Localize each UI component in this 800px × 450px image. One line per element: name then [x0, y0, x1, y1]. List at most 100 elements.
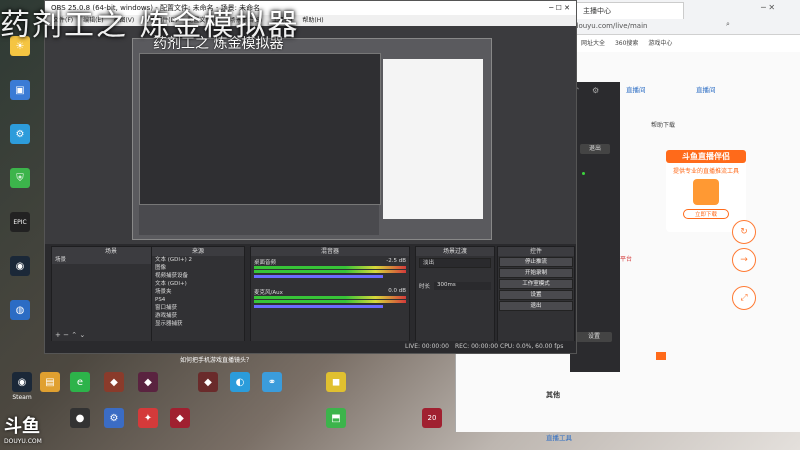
close-icon[interactable]: ✕ [564, 4, 570, 12]
source-item[interactable]: 显示器捕获 [152, 320, 244, 328]
source-item[interactable]: 场景夹 [152, 288, 244, 296]
app-icon: ● [70, 408, 90, 428]
source-item[interactable]: 窗口捕获 [152, 304, 244, 312]
desktop-icon-6[interactable]: ◉ [2, 256, 38, 278]
stop-streaming-button[interactable]: 停止推流 [499, 257, 573, 267]
desktop-bottom-icons: ◉ Steam ▤ e ◆ ◆ ◆ ◐ ⚭ ◼ ● ⚙ ✦ ◆ ⬒ 20 [0, 368, 460, 432]
desktop-icon-b4[interactable]: ◆ [96, 372, 132, 394]
desktop-icon-b10[interactable]: ● [62, 408, 98, 430]
obs-preview[interactable]: 药剂工之 炼金模拟器 [45, 26, 576, 244]
arrow-icon[interactable]: → [732, 248, 756, 272]
mixer-channel: 桌面音频 -2.5 dB [251, 256, 409, 280]
duration-label: 时长 [419, 284, 431, 290]
studio-mode-button[interactable]: 工作室模式 [499, 279, 573, 289]
browser-icon: e [70, 372, 90, 392]
promo-download-button[interactable]: 立即下载 [683, 209, 729, 219]
game-icon: ◆ [138, 372, 158, 392]
channel-db: -2.5 dB [386, 258, 406, 264]
add-icon[interactable]: + [55, 331, 61, 339]
source-item[interactable]: 文本 (GDI+) 2 [152, 256, 244, 264]
source-item[interactable]: 游戏捕获 [152, 312, 244, 320]
browser-tab[interactable]: 主播中心 [576, 2, 684, 19]
promo-image [693, 179, 719, 205]
desktop-icon-2[interactable]: ▣ [2, 80, 38, 102]
desktop-icon-7[interactable]: ◍ [2, 300, 38, 322]
desktop-icon-4[interactable]: ⛨ [2, 168, 38, 190]
bookmark-2[interactable]: 360搜索 [615, 40, 638, 47]
controls-dock-title: 控件 [498, 247, 574, 256]
volume-slider[interactable] [254, 305, 384, 308]
expand-icon[interactable]: ⤢ [732, 286, 756, 310]
minimize-icon[interactable]: ─ [761, 3, 766, 12]
shield-icon: ⛨ [10, 168, 30, 188]
minimize-icon[interactable]: ─ [549, 4, 553, 12]
channel-db: 0.0 dB [388, 288, 406, 294]
epic-icon: EPIC [10, 212, 30, 232]
transitions-dock: 场景过渡 淡出 时长 300ms [415, 246, 495, 342]
bookmark-1[interactable]: 网址大全 [581, 40, 605, 47]
exit-button[interactable]: 退出 [499, 301, 573, 311]
globe-icon: ◍ [10, 300, 30, 320]
source-item[interactable]: PS4 [152, 296, 244, 304]
gear-icon: ⚙ [104, 408, 124, 428]
panel-exit-button[interactable]: 退出 [580, 144, 610, 154]
desktop-icon-3[interactable]: ⚙ [2, 124, 38, 146]
channel-name: 桌面音频 [254, 260, 277, 266]
sources-dock-title: 来源 [152, 247, 244, 256]
companion-panel: ♪ ⚙ 退出 设置 [570, 82, 620, 372]
desktop-icon-5[interactable]: EPIC [2, 212, 38, 234]
settings-icon[interactable]: ⚙ [592, 86, 599, 95]
watermark-url: DOUYU.COM [4, 438, 42, 445]
transition-select[interactable]: 淡出 [419, 258, 491, 268]
obs-statusbar: LIVE: 00:00:00 REC: 00:00:00 CPU: 0.0%, … [45, 341, 576, 353]
volume-meter [254, 270, 406, 273]
duration-input[interactable]: 300ms [434, 282, 491, 290]
desktop-icon-b6[interactable]: ◆ [190, 372, 226, 394]
source-item[interactable]: 图像 [152, 264, 244, 272]
down-icon[interactable]: ⌄ [79, 331, 85, 339]
app-icon: ◆ [170, 408, 190, 428]
desktop-icon-b12[interactable]: ✦ [130, 408, 166, 430]
start-recording-button[interactable]: 开始录制 [499, 268, 573, 278]
mixer-dock: 混音器 桌面音频 -2.5 dB 麦克风/Aux 0.0 dB [250, 246, 410, 342]
window-controls: ─ ✕ [761, 3, 775, 12]
search-icon[interactable]: ⌕ [726, 20, 730, 29]
address-bar[interactable]: douyu.com/live/main [574, 20, 664, 32]
douyu-watermark: 斗鱼 DOUYU.COM [4, 412, 64, 448]
transitions-dock-title: 场景过渡 [416, 247, 494, 256]
desktop-icon-b15[interactable]: 20 [414, 408, 450, 430]
maximize-icon[interactable]: ☐ [556, 4, 562, 12]
volume-slider[interactable] [254, 275, 384, 278]
up-icon[interactable]: ⌃ [71, 331, 77, 339]
source-item[interactable]: 文本 (GDI+) [152, 280, 244, 288]
desktop-icon-b14[interactable]: ⬒ [318, 408, 354, 430]
desktop-icon-b11[interactable]: ⚙ [96, 408, 132, 430]
channel-name: 麦克风/Aux [254, 290, 283, 296]
desktop-icon-b7[interactable]: ◐ [222, 372, 258, 394]
settings-button[interactable]: 设置 [499, 290, 573, 300]
close-icon[interactable]: ✕ [768, 3, 775, 12]
footer-link[interactable]: 直播工具 [546, 432, 572, 442]
desktop-icon-b5[interactable]: ◆ [130, 372, 166, 394]
volume-meter [254, 296, 406, 299]
nav-link[interactable]: 直播间 [626, 84, 646, 94]
desktop-icon-b13[interactable]: ◆ [162, 408, 198, 430]
remove-icon[interactable]: − [63, 331, 69, 339]
status-rec: REC: 00:00:00 [455, 343, 499, 350]
app-icon: ✦ [138, 408, 158, 428]
refresh-icon[interactable]: ↻ [732, 220, 756, 244]
bookmark-3[interactable]: 游戏中心 [648, 40, 672, 47]
desktop-icon-b3[interactable]: e [62, 372, 98, 394]
footer-note: 其他 [546, 391, 560, 399]
source-item[interactable]: 视频捕获设备 [152, 272, 244, 280]
scene-controls: + − ⌃ ⌄ [55, 331, 85, 339]
panel-settings-button[interactable]: 设置 [576, 332, 612, 342]
desktop-icon-b8[interactable]: ⚭ [254, 372, 290, 394]
game-icon: ◆ [104, 372, 124, 392]
volume-meter [254, 266, 406, 269]
nav-link-2[interactable]: 直播间 [696, 84, 716, 94]
desktop-icon-b9[interactable]: ◼ [318, 372, 354, 394]
app-icon: ⬒ [326, 408, 346, 428]
nested-browser-capture [383, 59, 483, 219]
notice-bar[interactable]: 如何把手机游戏直播镜头？ [180, 355, 400, 365]
